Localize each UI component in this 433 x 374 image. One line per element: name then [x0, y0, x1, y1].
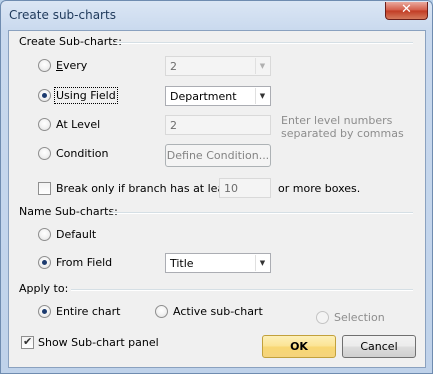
every-label: Every — [56, 59, 88, 72]
name-subcharts-label: Name Sub-charts: — [19, 205, 118, 218]
break-min-boxes-value: 10 — [224, 182, 238, 195]
entire-chart-label: Entire chart — [56, 305, 121, 318]
from-field-label: From Field — [56, 256, 113, 269]
selection-label: Selection — [334, 311, 385, 324]
entire-chart-radio[interactable] — [38, 305, 51, 318]
selection-radio[interactable] — [316, 311, 329, 324]
show-panel-label: Show Sub-chart panel — [38, 336, 159, 349]
from-field-combo[interactable]: Title ▼ — [165, 253, 271, 273]
at-level-hint-line1: Enter level numbers — [281, 114, 393, 127]
condition-label: Condition — [56, 147, 109, 160]
every-radio[interactable] — [38, 59, 51, 72]
create-subcharts-label: Create Sub-charts: — [19, 35, 122, 48]
every-label-text: very — [62, 59, 88, 72]
apply-section-separator — [71, 289, 413, 291]
close-icon: ✕ — [401, 2, 412, 17]
title-bar[interactable]: Create sub-charts ✕ — [1, 1, 432, 31]
show-panel-checkbox[interactable]: ✔ — [21, 335, 34, 349]
at-level-radio[interactable] — [38, 118, 51, 131]
chevron-down-icon: ▼ — [255, 255, 269, 271]
break-min-boxes-input[interactable]: 10 — [219, 178, 271, 198]
default-name-label: Default — [56, 228, 97, 241]
using-field-combo[interactable]: Department ▼ — [165, 86, 271, 106]
break-only-suffix: or more boxes. — [278, 182, 361, 195]
close-button[interactable]: ✕ — [385, 2, 428, 20]
at-level-label: At Level — [56, 118, 101, 131]
ok-button[interactable]: OK — [262, 335, 336, 358]
condition-radio[interactable] — [38, 147, 51, 160]
from-field-radio[interactable] — [38, 256, 51, 269]
check-icon: ✔ — [23, 335, 33, 348]
apply-to-label: Apply to: — [19, 282, 69, 295]
active-subchart-label: Active sub-chart — [173, 305, 263, 318]
name-section-separator — [111, 212, 413, 214]
chevron-down-icon: ▼ — [255, 58, 269, 74]
chevron-down-icon: ▼ — [255, 88, 269, 104]
dialog-title: Create sub-charts — [9, 8, 116, 22]
active-subchart-radio[interactable] — [155, 305, 168, 318]
at-level-input[interactable]: 2 — [165, 115, 271, 135]
at-level-value: 2 — [170, 119, 177, 132]
define-condition-button[interactable]: Define Condition... — [165, 144, 271, 167]
from-field-value: Title — [170, 257, 194, 270]
break-only-checkbox[interactable] — [38, 182, 51, 195]
create-section-separator — [115, 42, 413, 44]
every-count-combo[interactable]: 2 ▼ — [165, 56, 271, 76]
default-name-radio[interactable] — [38, 228, 51, 241]
at-level-hint-line2: separated by commas — [281, 127, 404, 140]
cancel-button[interactable]: Cancel — [342, 335, 416, 358]
using-field-value: Department — [170, 90, 237, 103]
dialog-body: Create Sub-charts: Every 2 ▼ Using Field… — [8, 30, 426, 368]
every-count-value: 2 — [170, 60, 177, 73]
dialog-window: Create sub-charts ✕ Create Sub-charts: E… — [0, 0, 433, 374]
break-only-label: Break only if branch has at least — [56, 182, 235, 195]
using-field-label: Using Field — [54, 87, 118, 104]
using-field-radio[interactable] — [38, 89, 51, 102]
